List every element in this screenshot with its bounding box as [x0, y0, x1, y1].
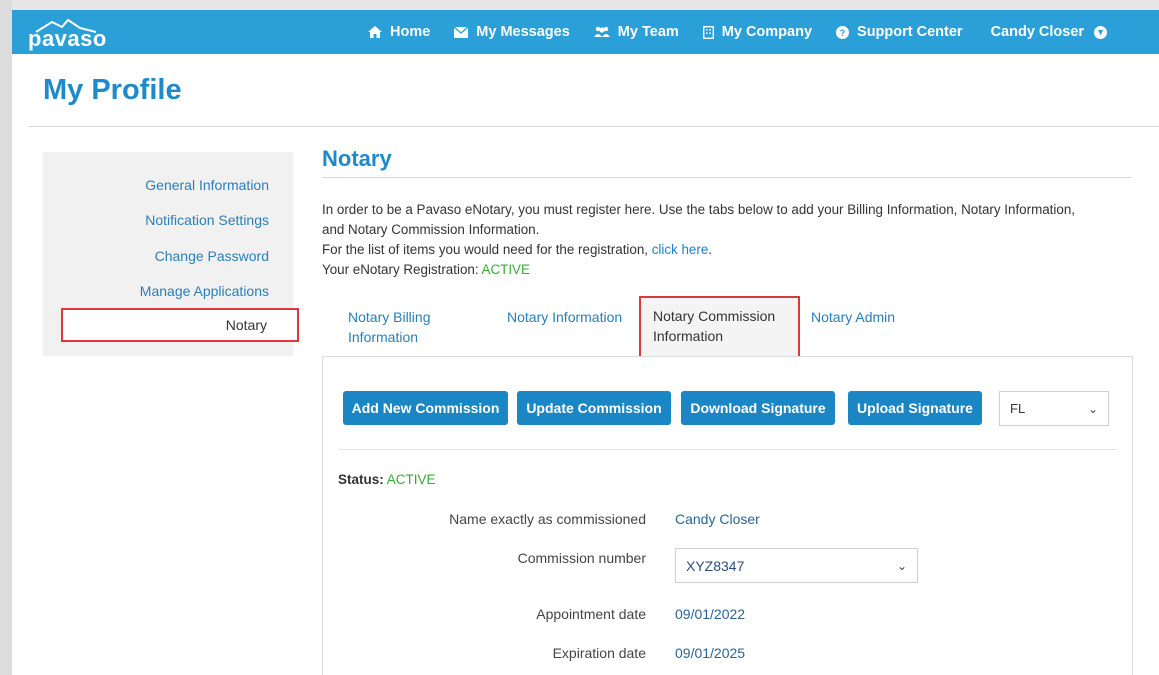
status-label: Status: [338, 472, 384, 487]
tab-notary-billing-information[interactable]: Notary Billing Information [348, 307, 468, 347]
title-divider [28, 126, 1159, 127]
registration-label: Your eNotary Registration: [322, 262, 482, 277]
intro-link-prefix: For the list of items you would need for… [322, 242, 652, 257]
upload-signature-button[interactable]: Upload Signature [848, 391, 982, 425]
click-here-link[interactable]: click here [652, 242, 709, 257]
section-divider [322, 177, 1132, 178]
status-value: ACTIVE [386, 472, 436, 487]
notary-intro: In order to be a Pavaso eNotary, you mus… [322, 200, 1092, 280]
add-new-commission-button[interactable]: Add New Commission [343, 391, 508, 425]
sidebar-item-notary[interactable]: Notary [61, 308, 299, 342]
nav-home[interactable]: Home [368, 24, 430, 40]
sidebar-item-manage-applications[interactable]: Manage Applications [140, 283, 269, 299]
envelope-icon [454, 26, 469, 38]
expiration-date-label: Expiration date [552, 645, 646, 661]
name-value: Candy Closer [675, 511, 760, 527]
chevron-down-icon: ⌄ [896, 558, 907, 573]
commission-status: Status: ACTIVE [338, 472, 436, 487]
name-label: Name exactly as commissioned [449, 511, 646, 527]
nav-items: Home My Messages My Team My Company ? Su… [368, 10, 1108, 54]
sidebar-item-change-password[interactable]: Change Password [155, 248, 269, 264]
download-signature-button[interactable]: Download Signature [681, 391, 835, 425]
svg-text:?: ? [840, 28, 846, 38]
registration-line: Your eNotary Registration: ACTIVE [322, 260, 1092, 280]
nav-support-center-label: Support Center [857, 24, 963, 40]
commission-number-select[interactable]: XYZ8347 ⌄ [675, 548, 918, 583]
intro-link-line: For the list of items you would need for… [322, 240, 1092, 260]
chevron-down-icon: ⌄ [1087, 401, 1098, 416]
window-frame-left [0, 0, 12, 675]
commission-number-value: XYZ8347 [686, 557, 745, 574]
expiration-date-value: 09/01/2025 [675, 645, 746, 661]
sidebar-item-notification-settings[interactable]: Notification Settings [145, 212, 269, 228]
nav-my-company-label: My Company [721, 24, 813, 40]
profile-sidebar: General Information Notification Setting… [43, 152, 299, 356]
tab-notary-commission-information[interactable]: Notary Commission Information [639, 296, 800, 364]
pavaso-logo[interactable]: pavaso [26, 18, 106, 51]
page-title: My Profile [43, 74, 182, 106]
question-circle-icon: ? [836, 25, 850, 39]
commission-number-label: Commission number [517, 550, 646, 566]
building-icon [702, 25, 714, 39]
team-icon [593, 26, 610, 38]
tab-notary-admin[interactable]: Notary Admin [811, 307, 921, 327]
nav-home-label: Home [390, 24, 431, 40]
tab-notary-information[interactable]: Notary Information [507, 307, 637, 327]
appointment-date-label: Appointment date [536, 606, 646, 622]
nav-my-team-label: My Team [617, 24, 679, 40]
nav-my-team[interactable]: My Team [593, 24, 679, 40]
home-icon [368, 26, 382, 38]
nav-support-center[interactable]: ? Support Center [836, 24, 963, 40]
nav-my-company[interactable]: My Company [702, 24, 813, 40]
user-menu[interactable]: Candy Closer ▼ [990, 24, 1108, 40]
page: pavaso Home My Messages My Team My Compa… [12, 10, 1159, 675]
logo-text: pavaso [28, 26, 107, 51]
state-select-value: FL [1010, 401, 1026, 416]
top-nav-bar: pavaso Home My Messages My Team My Compa… [12, 10, 1159, 54]
intro-text: In order to be a Pavaso eNotary, you mus… [322, 202, 1075, 237]
panel-divider [338, 449, 1116, 450]
section-title: Notary [322, 146, 392, 171]
nav-my-messages-label: My Messages [476, 24, 570, 40]
user-name: Candy Closer [990, 24, 1085, 40]
intro-link-suffix: . [708, 242, 713, 257]
state-select[interactable]: FL ⌄ [999, 391, 1109, 426]
update-commission-button[interactable]: Update Commission [517, 391, 671, 425]
chevron-down-icon: ▼ [1094, 25, 1108, 39]
sidebar-item-general-information[interactable]: General Information [145, 177, 269, 193]
appointment-date-value: 09/01/2022 [675, 606, 746, 622]
window-frame-top [0, 0, 1159, 10]
nav-my-messages[interactable]: My Messages [454, 24, 570, 40]
registration-status: ACTIVE [481, 262, 530, 277]
